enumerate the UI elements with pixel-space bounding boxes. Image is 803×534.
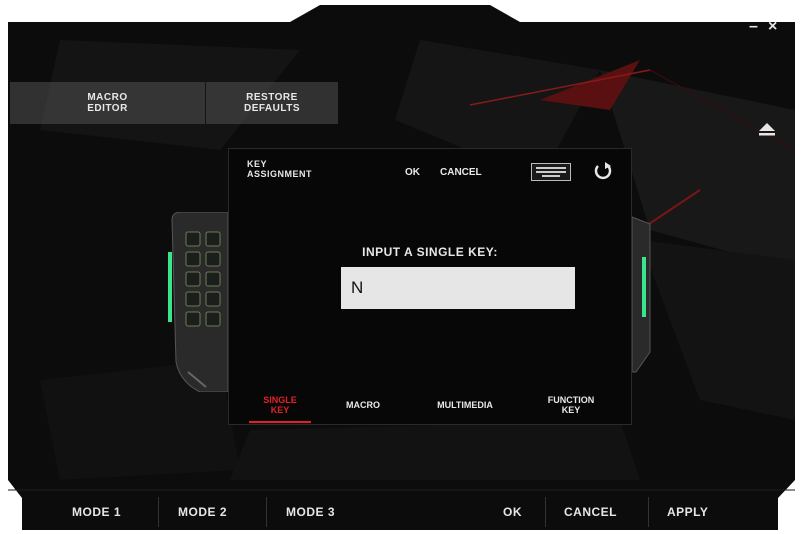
ok-button[interactable]: OK xyxy=(503,505,522,519)
tab-function-key[interactable]: FUNCTION KEY xyxy=(531,395,611,415)
divider xyxy=(545,497,546,527)
mode-1-button[interactable]: MODE 1 xyxy=(72,505,121,519)
app-window: – × MACRO EDITOR RESTORE DEFAULTS KEY AS… xyxy=(0,0,803,534)
keyboard-icon[interactable] xyxy=(531,163,571,181)
divider xyxy=(648,497,649,527)
tab-multimedia[interactable]: MULTIMEDIA xyxy=(413,400,517,410)
macro-editor-button[interactable]: MACRO EDITOR xyxy=(10,82,205,124)
tab-single-key[interactable]: SINGLE KEY xyxy=(249,395,311,415)
single-key-input[interactable] xyxy=(341,267,575,309)
mode-2-button[interactable]: MODE 2 xyxy=(178,505,227,519)
active-tab-indicator xyxy=(249,421,311,423)
restore-defaults-button[interactable]: RESTORE DEFAULTS xyxy=(206,82,338,124)
close-button[interactable]: × xyxy=(768,18,777,36)
apply-button[interactable]: APPLY xyxy=(667,505,708,519)
tab-macro[interactable]: MACRO xyxy=(333,400,393,410)
minimize-button[interactable]: – xyxy=(749,18,758,36)
key-assignment-dialog: KEY ASSIGNMENT OK CANCEL INPUT A SINGLE … xyxy=(228,148,632,425)
mode-3-button[interactable]: MODE 3 xyxy=(286,505,335,519)
input-prompt: INPUT A SINGLE KEY: xyxy=(362,245,498,259)
reset-icon[interactable] xyxy=(593,161,613,181)
dialog-cancel-button[interactable]: CANCEL xyxy=(440,167,482,178)
dialog-ok-button[interactable]: OK xyxy=(405,167,420,178)
eject-icon[interactable] xyxy=(758,122,776,136)
cancel-button[interactable]: CANCEL xyxy=(564,505,617,519)
divider xyxy=(158,497,159,527)
dialog-title: KEY ASSIGNMENT xyxy=(247,159,313,179)
divider xyxy=(266,497,267,527)
